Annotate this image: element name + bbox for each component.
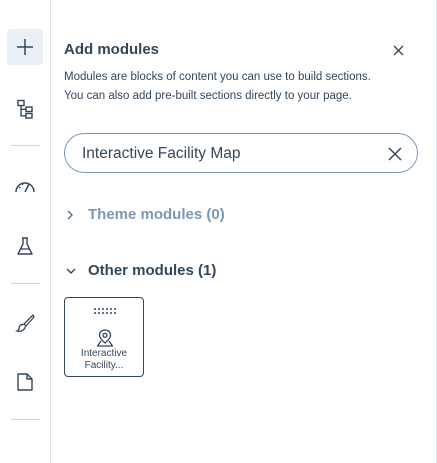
group-label: Other modules (1)	[88, 262, 217, 279]
search-input[interactable]: Interactive Facility Map	[64, 133, 418, 173]
plus-icon	[17, 39, 33, 55]
group-label: Theme modules (0)	[88, 206, 225, 223]
rail-divider	[11, 419, 40, 420]
theme-modules-toggle[interactable]: Theme modules (0)	[66, 206, 225, 223]
flask-icon	[17, 237, 33, 255]
description-line: You can also add pre-built sections dire…	[64, 90, 352, 102]
optimize-button[interactable]	[7, 168, 43, 204]
layers-button[interactable]	[7, 91, 43, 127]
page-icon	[17, 373, 33, 391]
rail-divider	[11, 283, 40, 284]
close-icon	[388, 147, 402, 161]
brush-icon	[15, 314, 35, 333]
tree-structure-icon	[17, 99, 33, 119]
close-icon	[393, 45, 403, 55]
other-modules-toggle[interactable]: Other modules (1)	[66, 262, 216, 279]
module-label-line: Interactive	[80, 348, 128, 359]
description-line: Modules are blocks of content you can us…	[64, 71, 371, 83]
design-button[interactable]	[7, 305, 43, 341]
close-button[interactable]	[390, 42, 406, 58]
module-label: Interactive Facility...	[65, 348, 143, 372]
gauge-icon	[15, 182, 35, 193]
chevron-down-icon	[66, 265, 78, 277]
test-button[interactable]	[7, 228, 43, 264]
module-card-interactive-facility-map[interactable]: Interactive Facility...	[64, 297, 144, 377]
page-settings-button[interactable]	[7, 364, 43, 400]
search-value: Interactive Facility Map	[82, 145, 241, 162]
left-rail	[0, 0, 51, 463]
drag-handle-icon	[94, 308, 116, 314]
add-modules-panel: Add modules Modules are blocks of conten…	[52, 0, 437, 463]
chevron-right-icon	[66, 209, 78, 221]
clear-search-button[interactable]	[387, 146, 403, 162]
panel-description: Modules are blocks of content you can us…	[64, 68, 409, 106]
rail-divider	[11, 145, 40, 146]
module-label-line: Facility...	[84, 360, 124, 371]
add-button[interactable]	[7, 29, 43, 65]
panel-title: Add modules	[64, 41, 160, 58]
map-pin-icon	[96, 329, 114, 347]
